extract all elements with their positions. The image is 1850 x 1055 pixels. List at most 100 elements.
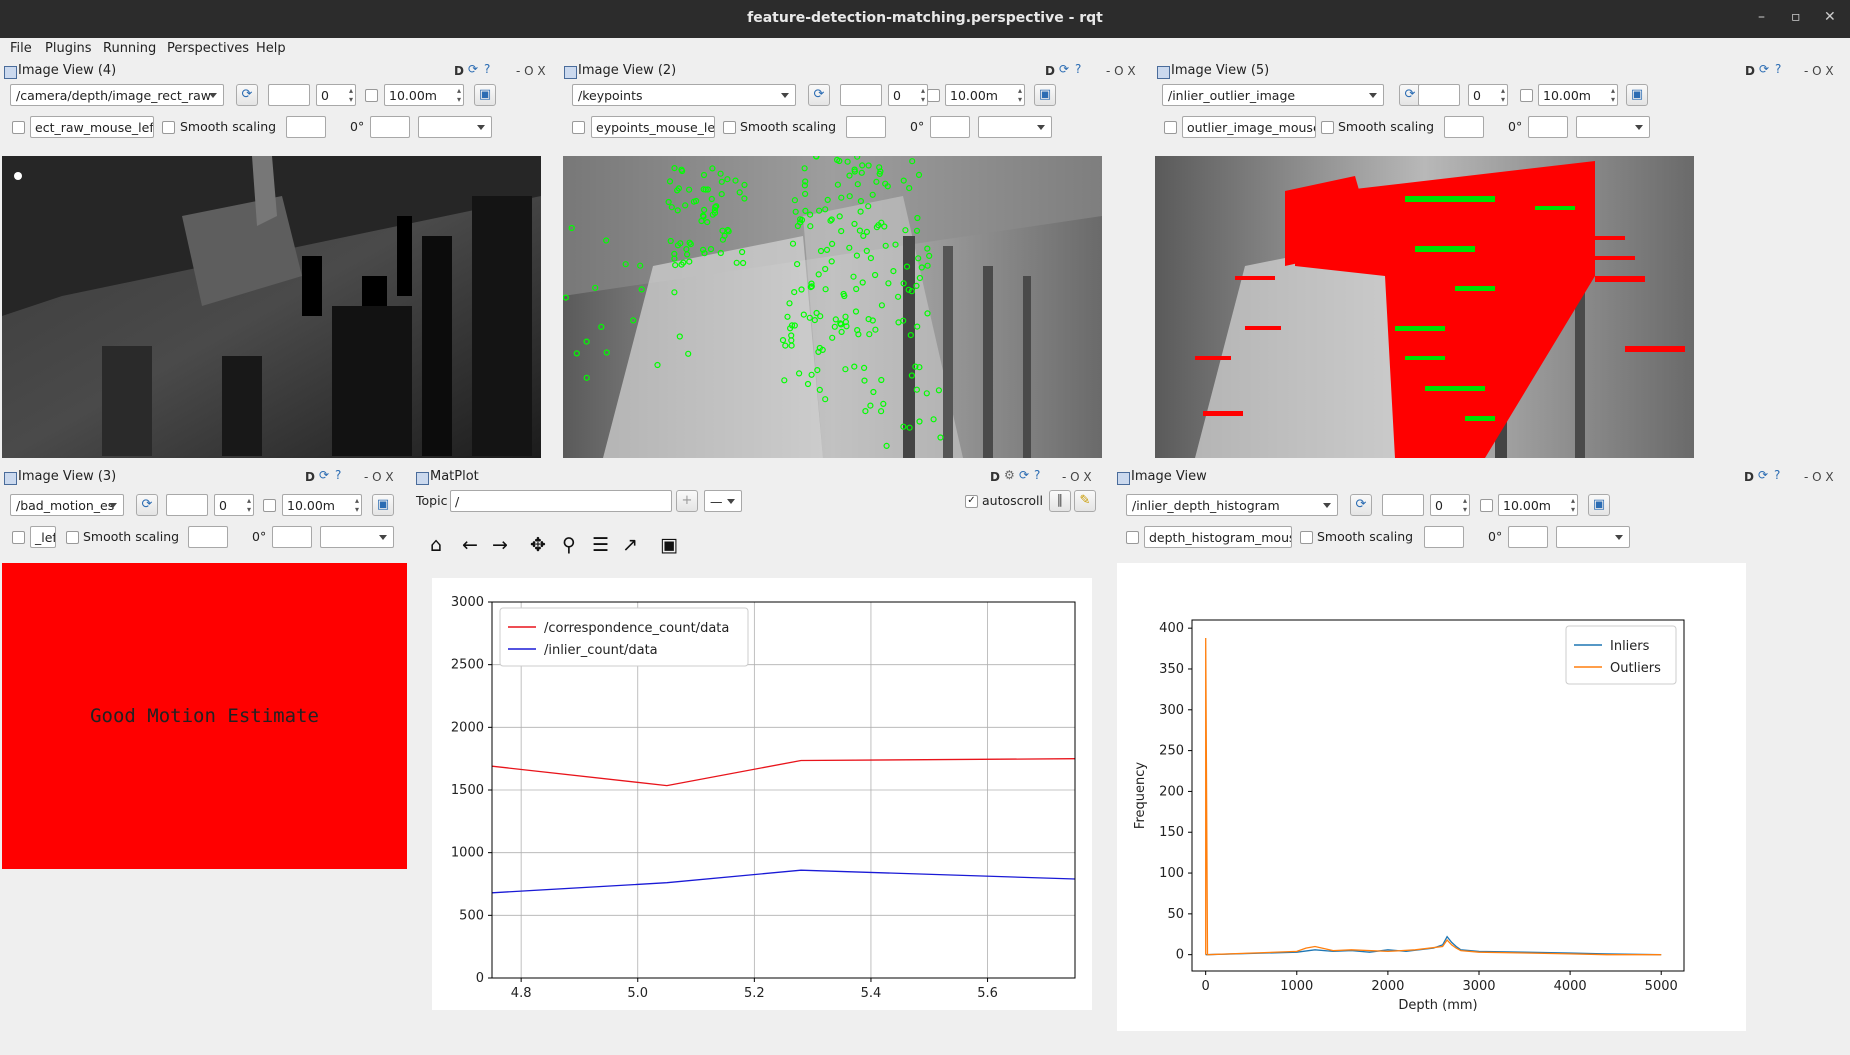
configure-subplots-icon[interactable]: ☰ [592, 534, 609, 556]
rotation-field[interactable] [1424, 526, 1464, 548]
dock-controls[interactable]: - O X [1804, 470, 1834, 484]
mouse-topic-field[interactable]: _left [30, 526, 56, 548]
dock-controls[interactable]: - O X [364, 470, 394, 484]
help-icon[interactable]: ? [1034, 468, 1040, 482]
dock-controls[interactable]: - O X [1106, 64, 1136, 78]
color-scheme-combo[interactable] [1556, 526, 1630, 548]
menu-help[interactable]: Help [256, 41, 286, 56]
smooth-scaling-checkbox[interactable] [1321, 121, 1334, 134]
topic-combo[interactable]: /inlier_outlier_image [1162, 84, 1384, 106]
dock-d-button[interactable]: D [305, 470, 315, 484]
smooth-scaling-checkbox[interactable] [1300, 531, 1313, 544]
maximize-button[interactable]: ▫ [1791, 9, 1801, 25]
forward-icon[interactable]: → [492, 534, 508, 556]
max-range-spinbox[interactable]: 10.00m [282, 494, 362, 516]
dynamic-range-checkbox[interactable] [1480, 499, 1493, 512]
smooth-scaling-checkbox[interactable] [723, 121, 736, 134]
extra-field[interactable] [930, 116, 970, 138]
refresh-topics-button[interactable]: ⟳ [136, 494, 158, 516]
color-scheme-combo[interactable] [1576, 116, 1650, 138]
color-scheme-combo[interactable] [320, 526, 394, 548]
back-icon[interactable]: ← [462, 534, 478, 556]
topic-combo[interactable]: /bad_motion_es [10, 494, 124, 516]
reload-icon[interactable]: ⟳ [1758, 468, 1768, 482]
help-icon[interactable]: ? [1774, 468, 1780, 482]
mouse-publish-checkbox[interactable] [12, 531, 25, 544]
help-icon[interactable]: ? [335, 468, 341, 482]
min-spinbox[interactable]: 0 [1468, 84, 1508, 106]
dock-d-button[interactable]: D [1045, 64, 1055, 78]
mouse-topic-field[interactable]: depth_histogram_mouse_left [1144, 526, 1292, 548]
reload-icon[interactable]: ⟳ [1019, 468, 1029, 482]
color-scheme-combo[interactable] [418, 116, 492, 138]
menu-file[interactable]: File [10, 41, 32, 56]
rotation-field[interactable] [846, 116, 886, 138]
save-image-button[interactable]: ▣ [372, 494, 394, 516]
save-image-button[interactable]: ▣ [474, 84, 496, 106]
smooth-scaling-checkbox[interactable] [162, 121, 175, 134]
clear-button[interactable]: ✎ [1074, 490, 1096, 512]
save-image-button[interactable]: ▣ [1034, 84, 1056, 106]
refresh-topics-button[interactable]: ⟳ [1350, 494, 1372, 516]
mouse-topic-field[interactable]: outlier_image_mouse_left [1182, 116, 1316, 138]
dynamic-range-checkbox[interactable] [1520, 89, 1533, 102]
menu-plugins[interactable]: Plugins [45, 41, 92, 56]
value-field[interactable] [1418, 84, 1460, 106]
extra-field[interactable] [272, 526, 312, 548]
dock-d-button[interactable]: D [1744, 470, 1754, 484]
dock-d-button[interactable]: D [1745, 64, 1755, 78]
max-range-spinbox[interactable]: 10.00m [1538, 84, 1618, 106]
smooth-scaling-checkbox[interactable] [66, 531, 79, 544]
topic-combo[interactable]: /keypoints [572, 84, 796, 106]
refresh-topics-button[interactable]: ⟳ [808, 84, 830, 106]
topic-combo[interactable]: /inlier_depth_histogram [1126, 494, 1338, 516]
refresh-topics-button[interactable]: ⟳ [236, 84, 258, 106]
save-figure-icon[interactable]: ▣ [660, 534, 678, 556]
max-range-spinbox[interactable]: 10.00m [945, 84, 1025, 106]
min-spinbox[interactable]: 0 [1430, 494, 1470, 516]
reload-icon[interactable]: ⟳ [468, 62, 478, 76]
value-field[interactable] [1382, 494, 1424, 516]
dock-controls[interactable]: - O X [516, 64, 546, 78]
reload-icon[interactable]: ⟳ [319, 468, 329, 482]
dynamic-range-checkbox[interactable] [365, 89, 378, 102]
rotation-field[interactable] [286, 116, 326, 138]
mouse-publish-checkbox[interactable] [572, 121, 585, 134]
dock-d-button[interactable]: D [454, 64, 464, 78]
mouse-topic-field[interactable]: ect_raw_mouse_left [30, 116, 154, 138]
help-icon[interactable]: ? [484, 62, 490, 76]
mouse-publish-checkbox[interactable] [1164, 121, 1177, 134]
home-icon[interactable]: ⌂ [430, 534, 442, 556]
min-spinbox[interactable]: 0 [888, 84, 928, 106]
save-image-button[interactable]: ▣ [1626, 84, 1648, 106]
dynamic-range-checkbox[interactable] [263, 499, 276, 512]
edit-axis-icon[interactable]: ↗ [622, 534, 638, 556]
value-field[interactable] [268, 84, 310, 106]
mouse-publish-checkbox[interactable] [1126, 531, 1139, 544]
topic-input[interactable]: / [450, 490, 672, 512]
menu-perspectives[interactable]: Perspectives [167, 41, 249, 56]
help-icon[interactable]: ? [1075, 62, 1081, 76]
close-window-button[interactable]: ✕ [1824, 9, 1836, 25]
rotation-field[interactable] [1444, 116, 1484, 138]
extra-field[interactable] [1528, 116, 1568, 138]
value-field[interactable] [840, 84, 882, 106]
mouse-publish-checkbox[interactable] [12, 121, 25, 134]
dock-controls[interactable]: - O X [1062, 470, 1092, 484]
pan-icon[interactable]: ✥ [530, 534, 546, 556]
reload-icon[interactable]: ⟳ [1759, 62, 1769, 76]
dock-d-button[interactable]: D [990, 470, 1000, 484]
add-topic-button[interactable]: + [676, 490, 698, 512]
topic-combo[interactable]: /camera/depth/image_rect_raw [10, 84, 224, 106]
max-range-spinbox[interactable]: 10.00m [1498, 494, 1578, 516]
min-spinbox[interactable]: 0 [214, 494, 254, 516]
zoom-icon[interactable]: ⚲ [562, 534, 576, 556]
min-spinbox[interactable]: 0 [316, 84, 356, 106]
pause-button[interactable]: ∥ [1049, 490, 1071, 512]
dynamic-range-checkbox[interactable] [927, 89, 940, 102]
dock-controls[interactable]: - O X [1804, 64, 1834, 78]
help-icon[interactable]: ? [1775, 62, 1781, 76]
autoscroll-checkbox[interactable]: ✓ [965, 495, 978, 508]
extra-field[interactable] [1508, 526, 1548, 548]
value-field[interactable] [166, 494, 208, 516]
